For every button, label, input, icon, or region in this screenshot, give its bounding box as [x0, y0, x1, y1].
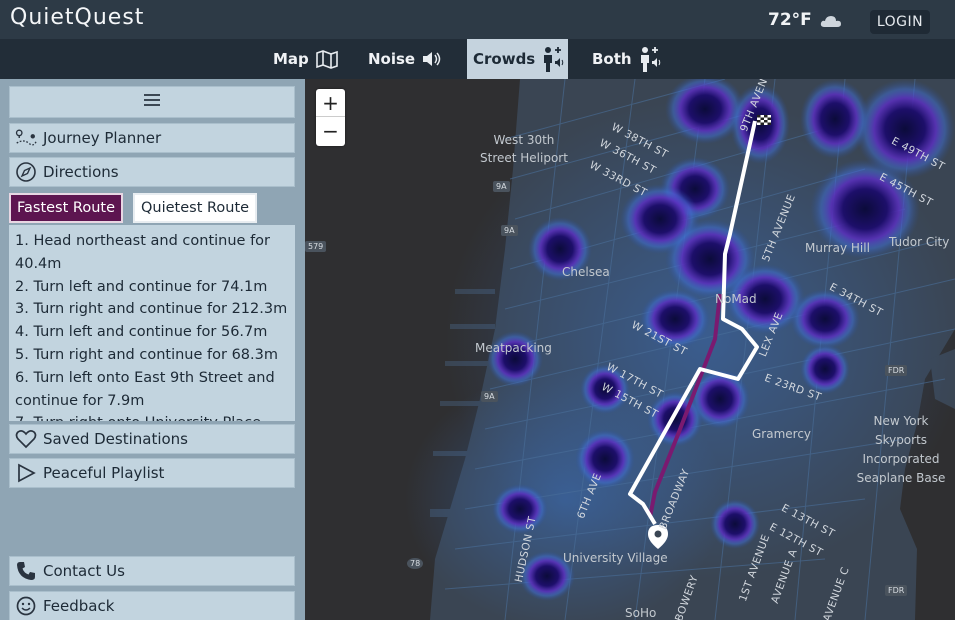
map-label-skyports: New York Skyports Incorporated Seaplane … — [856, 414, 946, 485]
route-badge: FDR — [885, 585, 908, 596]
direction-step: 1. Head northeast and continue for 40.4m — [15, 233, 271, 272]
map-label-gramercy: Gramercy — [752, 427, 812, 441]
route-badge: 9A — [501, 225, 518, 236]
tab-map[interactable]: Map — [273, 39, 339, 79]
sidebar-item-label: Directions — [43, 163, 119, 181]
tab-crowds[interactable]: Crowds — [467, 39, 568, 79]
map-label-chelsea: Chelsea — [562, 265, 610, 279]
tab-crowds-label: Crowds — [473, 50, 536, 68]
temperature: 72°F — [768, 10, 812, 30]
tab-both[interactable]: Both — [592, 39, 662, 79]
zoom-control: + − — [316, 89, 345, 146]
sidebar-item-journey-planner[interactable]: Journey Planner — [9, 123, 295, 153]
route-icon — [15, 127, 37, 149]
tab-noise-label: Noise — [368, 50, 416, 68]
route-badge: 9A — [481, 391, 498, 402]
tab-fastest-route[interactable]: Fastest Route — [9, 193, 123, 223]
map-label-murray-hill: Murray Hill — [805, 241, 870, 255]
sidebar-item-label: Saved Destinations — [43, 430, 188, 448]
sidebar-menu-button[interactable] — [9, 86, 295, 118]
crowd-icon — [541, 45, 565, 73]
compass-icon — [15, 161, 37, 183]
route-badge: 579 — [305, 241, 327, 252]
app-logo[interactable]: QuietQuest — [10, 5, 144, 30]
sidebar: Journey Planner Directions Fastest Route… — [0, 79, 305, 620]
route-type-tabs: Fastest Route Quietest Route — [9, 189, 295, 223]
phone-icon — [15, 560, 37, 582]
sidebar-item-directions[interactable]: Directions — [9, 157, 295, 187]
play-icon — [15, 462, 37, 484]
direction-step: 3. Turn right and continue for 212.3m — [15, 301, 288, 318]
sidebar-item-saved-destinations[interactable]: Saved Destinations — [9, 424, 295, 454]
directions-list: 1. Head northeast and continue for 40.4m… — [15, 230, 289, 421]
login-button[interactable]: LOGIN — [870, 10, 930, 34]
map-label-heliport: West 30th Street Heliport — [480, 133, 568, 165]
map-icon — [315, 49, 339, 69]
finish-flag-icon — [757, 115, 771, 125]
zoom-in-button[interactable]: + — [316, 89, 345, 117]
map-label-meatpacking: Meatpacking — [475, 341, 552, 355]
header: QuietQuest 72°F LOGIN — [0, 0, 955, 39]
map-label-soho: SoHo — [625, 606, 657, 620]
smiley-icon — [15, 595, 37, 617]
sidebar-item-label: Journey Planner — [43, 129, 162, 147]
tab-noise[interactable]: Noise — [368, 39, 443, 79]
heart-icon — [15, 428, 37, 450]
direction-step: 2. Turn left and continue for 74.1m — [15, 278, 268, 295]
sidebar-item-label: Feedback — [43, 597, 115, 615]
sidebar-item-label: Contact Us — [43, 562, 125, 580]
map-label-nomad: NoMad — [715, 292, 757, 306]
sidebar-item-label: Peaceful Playlist — [43, 464, 165, 482]
zoom-out-button[interactable]: − — [316, 117, 345, 145]
map-label-tudor-city: Tudor City — [889, 235, 950, 249]
tab-quietest-route[interactable]: Quietest Route — [133, 193, 258, 223]
tab-both-label: Both — [592, 50, 632, 68]
direction-step: 4. Turn left and continue for 56.7m — [15, 324, 268, 341]
weather-widget: 72°F — [768, 10, 842, 30]
direction-step: 7. Turn right onto University Place and — [15, 412, 289, 421]
speaker-icon — [421, 49, 443, 69]
crowd-icon — [638, 45, 662, 73]
view-tab-bar: Map Noise Crowds Both — [0, 39, 955, 79]
cloud-icon — [820, 13, 842, 27]
route-badge: 9A — [493, 181, 510, 192]
hamburger-icon — [143, 93, 161, 111]
route-badge: FDR — [885, 365, 908, 376]
map-label-university-village: University Village — [563, 551, 668, 565]
direction-step: 5. Turn right and continue for 68.3m — [15, 346, 278, 363]
sidebar-item-feedback[interactable]: Feedback — [9, 591, 295, 620]
sidebar-item-contact-us[interactable]: Contact Us — [9, 556, 295, 586]
sidebar-item-peaceful-playlist[interactable]: Peaceful Playlist — [9, 458, 295, 488]
app-root: QuietQuest 72°F LOGIN Map Noise Crowds B… — [0, 0, 955, 620]
tab-map-label: Map — [273, 50, 309, 68]
directions-list-panel[interactable]: 1. Head northeast and continue for 40.4m… — [9, 225, 295, 421]
direction-step: 6. Turn left onto East 9th Street and co… — [15, 369, 275, 409]
map-view[interactable]: + − West 30th Street Heliport Chelsea No… — [305, 79, 955, 620]
